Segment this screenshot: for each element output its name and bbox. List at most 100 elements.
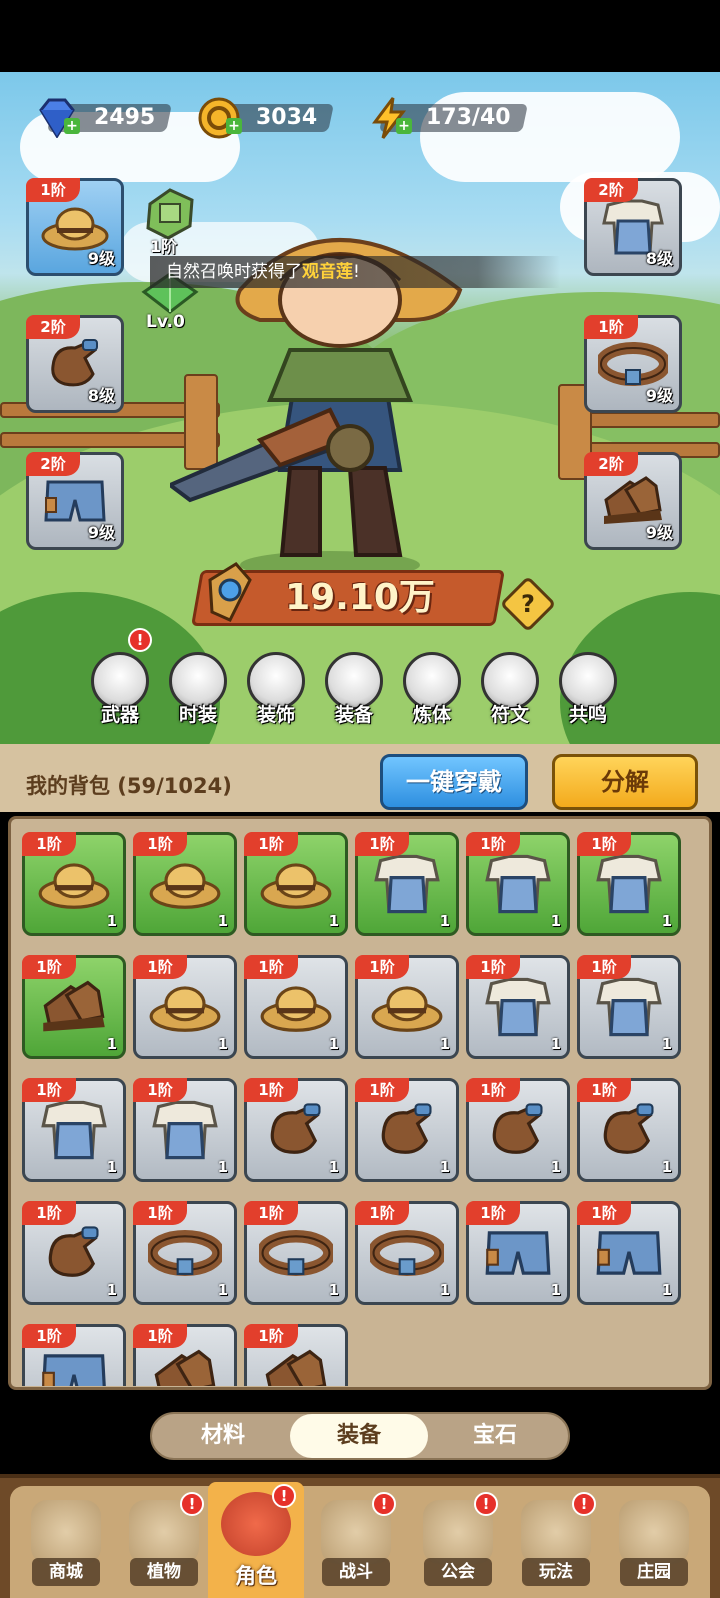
equip-all-button[interactable]: 一键穿戴 xyxy=(380,754,528,810)
nav-label: 角色 xyxy=(235,1564,277,1588)
equip-slot-belt[interactable]: 1阶 9级 xyxy=(584,315,682,413)
equip-slot-pants[interactable]: 2阶 9级 xyxy=(26,452,124,550)
inventory-item[interactable]: 1阶 1 xyxy=(22,832,126,936)
pet-tier: 1阶 xyxy=(150,237,178,256)
add-gems-icon[interactable]: + xyxy=(64,118,80,134)
summon-notice: 自然召唤时获得了观音莲! xyxy=(150,256,560,288)
tier-badge: 1阶 xyxy=(22,832,76,856)
alert-badge: ! xyxy=(272,1484,296,1508)
tier-badge: 1阶 xyxy=(133,1324,187,1348)
bag-title: 我的背包 (59/1024) xyxy=(26,774,232,798)
inventory-item[interactable]: 1阶 1 xyxy=(22,1078,126,1182)
item-count: 1 xyxy=(106,1035,117,1053)
nav-item-battle[interactable]: 战斗! xyxy=(308,1490,404,1598)
item-level: 9级 xyxy=(645,523,673,542)
alert-badge: ! xyxy=(474,1492,498,1516)
inventory-item[interactable]: 1阶 1 xyxy=(577,955,681,1059)
nav-item-plant[interactable]: 植物! xyxy=(116,1490,212,1598)
nav-item-character[interactable]: 角色! xyxy=(208,1482,304,1598)
tier-badge: 2阶 xyxy=(26,452,80,476)
inventory-item[interactable]: 1阶 1 xyxy=(133,955,237,1059)
tier-badge: 1阶 xyxy=(466,832,520,856)
nav-item-lock[interactable]: 庄园 xyxy=(606,1490,702,1598)
inventory-item[interactable]: 1阶 1 xyxy=(466,832,570,936)
nav-item-gameplay[interactable]: 玩法! xyxy=(508,1490,604,1598)
item-count: 1 xyxy=(106,1158,117,1176)
nav-item-shop[interactable]: 商城 xyxy=(18,1490,114,1598)
equip-slot-hat[interactable]: 1阶 9级 xyxy=(26,178,124,276)
tab-rune[interactable]: 符文 xyxy=(478,652,542,732)
equip-slot-shirt[interactable]: 2阶 8级 xyxy=(584,178,682,276)
tier-badge: 1阶 xyxy=(466,1201,520,1225)
tier-badge: 1阶 xyxy=(22,1201,76,1225)
inventory-item[interactable]: 1阶 xyxy=(22,1324,126,1386)
tab-decoration[interactable]: 装饰 xyxy=(244,652,308,732)
nav-item-guild[interactable]: 公会! xyxy=(410,1490,506,1598)
nav-label: 玩法 xyxy=(522,1558,590,1586)
inventory-item[interactable]: 1阶 xyxy=(133,1324,237,1386)
item-level: 9级 xyxy=(645,386,673,405)
inventory-item[interactable]: 1阶 xyxy=(244,1324,348,1386)
item-count: 1 xyxy=(661,1281,672,1299)
inventory-item[interactable]: 1阶 1 xyxy=(355,1078,459,1182)
inventory-item[interactable]: 1阶 1 xyxy=(355,832,459,936)
lock-icon xyxy=(619,1500,689,1564)
equip-slot-gloves[interactable]: 2阶 8级 xyxy=(26,315,124,413)
inventory-item[interactable]: 1阶 1 xyxy=(466,1078,570,1182)
inventory-item[interactable]: 1阶 1 xyxy=(466,955,570,1059)
item-level: 9级 xyxy=(87,523,115,542)
segment-equipment[interactable]: 装备 xyxy=(290,1414,428,1458)
energy-counter[interactable]: + 173/40 xyxy=(366,97,528,139)
equip-slot-boots[interactable]: 2阶 9级 xyxy=(584,452,682,550)
tier-badge: 1阶 xyxy=(355,1078,409,1102)
tab-weapon[interactable]: 武器 ! xyxy=(88,628,152,732)
tab-refine[interactable]: 炼体 xyxy=(400,652,464,732)
inventory-item[interactable]: 1阶 1 xyxy=(577,832,681,936)
inventory-item[interactable]: 1阶 1 xyxy=(244,955,348,1059)
notice-suffix: ! xyxy=(353,262,360,282)
inventory-item[interactable]: 1阶 1 xyxy=(577,1201,681,1305)
inventory-item[interactable]: 1阶 1 xyxy=(244,1201,348,1305)
add-energy-icon[interactable]: + xyxy=(396,118,412,134)
nav-label: 庄园 xyxy=(620,1558,688,1586)
inventory-item[interactable]: 1阶 1 xyxy=(133,1078,237,1182)
inventory-item[interactable]: 1阶 1 xyxy=(22,955,126,1059)
item-level: 8级 xyxy=(645,249,673,268)
shop-icon xyxy=(31,1500,101,1564)
tier-badge: 1阶 xyxy=(355,1201,409,1225)
item-count: 1 xyxy=(439,1035,450,1053)
nav-label: 公会 xyxy=(424,1558,492,1586)
segment-materials[interactable]: 材料 xyxy=(154,1414,292,1458)
inventory-item[interactable]: 1阶 1 xyxy=(355,955,459,1059)
item-count: 1 xyxy=(439,1158,450,1176)
item-count: 1 xyxy=(550,1158,561,1176)
tier-badge: 1阶 xyxy=(133,1078,187,1102)
alert-badge: ! xyxy=(372,1492,396,1516)
add-coins-icon[interactable]: + xyxy=(226,118,242,134)
segment-gems[interactable]: 宝石 xyxy=(426,1414,564,1458)
tab-resonance[interactable]: 共鸣 xyxy=(556,652,620,732)
power-value: 19.10万 xyxy=(285,577,435,618)
item-count: 1 xyxy=(328,1158,339,1176)
tab-label: 符文 xyxy=(490,704,529,726)
inventory-item[interactable]: 1阶 1 xyxy=(133,1201,237,1305)
tier-badge: 1阶 xyxy=(466,1078,520,1102)
coin-counter[interactable]: + 3034 xyxy=(196,97,335,139)
tier-badge: 2阶 xyxy=(26,315,80,339)
item-count: 1 xyxy=(217,912,228,930)
inventory-item[interactable]: 1阶 1 xyxy=(244,832,348,936)
tab-costume[interactable]: 时装 xyxy=(166,652,230,732)
inventory-item[interactable]: 1阶 1 xyxy=(244,1078,348,1182)
inventory-item[interactable]: 1阶 1 xyxy=(466,1201,570,1305)
nav-label: 商城 xyxy=(32,1558,100,1586)
inventory-item[interactable]: 1阶 1 xyxy=(133,832,237,936)
gem-counter[interactable]: + 2495 xyxy=(34,98,173,138)
inventory-item[interactable]: 1阶 1 xyxy=(577,1078,681,1182)
help-icon[interactable]: ? xyxy=(508,584,548,624)
inventory-item[interactable]: 1阶 1 xyxy=(22,1201,126,1305)
inventory-item[interactable]: 1阶 1 xyxy=(355,1201,459,1305)
item-count: 1 xyxy=(439,1281,450,1299)
decompose-button[interactable]: 分解 xyxy=(552,754,698,810)
tab-equipment[interactable]: 装备 xyxy=(322,652,386,732)
item-count: 1 xyxy=(106,912,117,930)
